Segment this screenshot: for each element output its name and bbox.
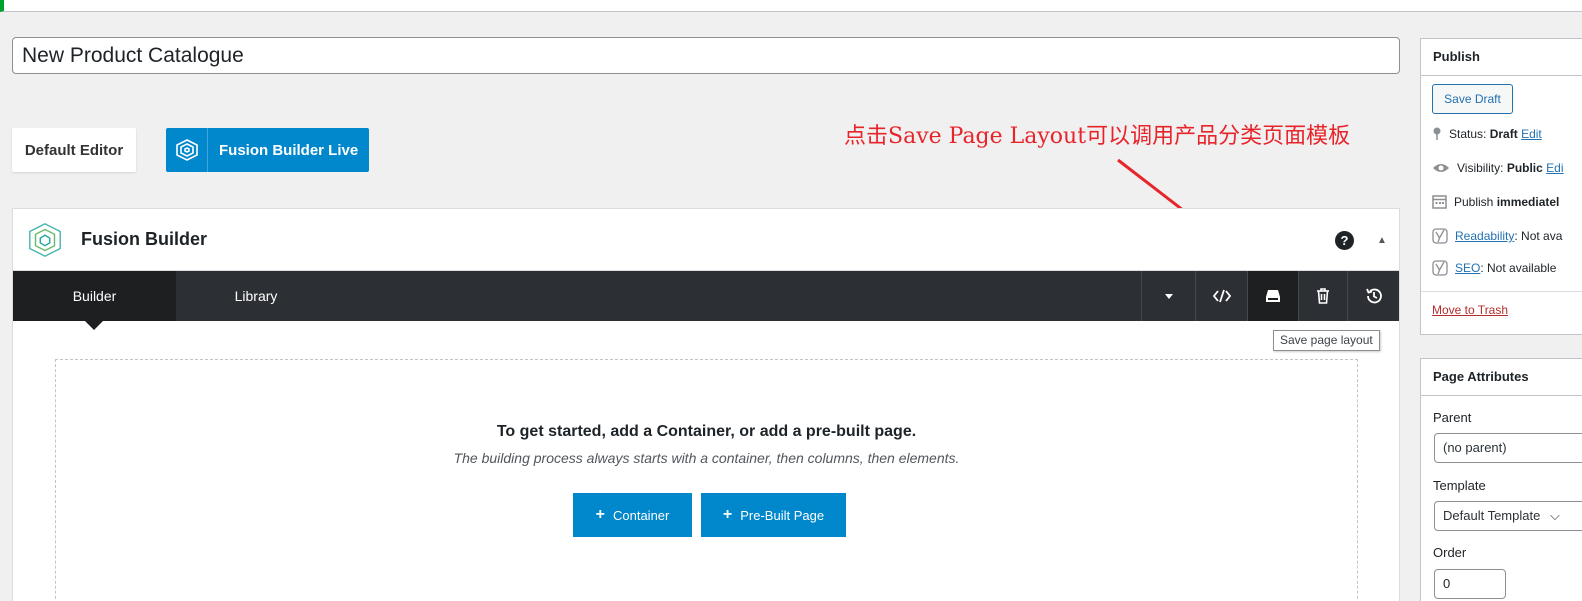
- publish-value: immediatel: [1496, 194, 1560, 209]
- eye-icon: [1433, 164, 1449, 172]
- fusion-logo-icon: [166, 128, 208, 172]
- visibility-value: Public: [1506, 161, 1543, 175]
- readability-link[interactable]: Readability: [1455, 229, 1514, 243]
- publish-box: Publish Save Draft Status: Draft Edit Vi…: [1420, 38, 1582, 335]
- pin-icon: [1433, 127, 1441, 140]
- plus-icon: +: [722, 506, 733, 523]
- status-label: Status:: [1449, 127, 1487, 141]
- save-layout-tooltip: Save page layout: [1273, 330, 1380, 351]
- template-label: Template: [1433, 478, 1486, 493]
- seo-value: : Not available: [1480, 261, 1557, 275]
- annotation-text: 点击Save Page Layout可以调用产品分类页面模板: [844, 124, 1351, 149]
- seo-row: SEO: Not available: [1432, 260, 1556, 276]
- help-icon[interactable]: ?: [1335, 231, 1354, 250]
- parent-select[interactable]: (no parent): [1434, 433, 1582, 463]
- default-editor-button[interactable]: Default Editor: [12, 128, 136, 172]
- visibility-label: Visibility:: [1457, 161, 1504, 175]
- page-attributes-title: Page Attributes: [1421, 359, 1582, 396]
- page-attributes-box: Page Attributes Parent (no parent) Templ…: [1420, 358, 1582, 601]
- fusion-builder-header: Fusion Builder ? ▲: [13, 209, 1399, 271]
- page-title-input[interactable]: New Product Catalogue: [12, 37, 1400, 74]
- readability-value: : Not ava: [1514, 229, 1563, 243]
- collapse-arrow-icon[interactable]: ▲: [1377, 235, 1387, 246]
- order-input[interactable]: 0: [1434, 569, 1506, 599]
- parent-label: Parent: [1433, 410, 1472, 425]
- empty-state-subheading: The building process always starts with …: [453, 450, 960, 466]
- seo-link[interactable]: SEO: [1455, 261, 1480, 275]
- publish-date-row: Publish immediatel: [1432, 194, 1559, 209]
- template-value: Default Template: [1443, 508, 1541, 523]
- empty-state-heading: To get started, add a Container, or add …: [496, 423, 917, 440]
- yoast-icon: [1432, 260, 1448, 276]
- calendar-icon: [1432, 195, 1447, 209]
- builder-drop-area: To get started, add a Container, or add …: [55, 359, 1358, 601]
- order-label: Order: [1433, 545, 1467, 560]
- admin-notice: [0, 0, 1582, 12]
- status-value: Draft: [1489, 127, 1518, 141]
- readability-row: Readability: Not ava: [1432, 228, 1562, 244]
- fusion-builder-toolbar: Builder Library: [13, 271, 1399, 330]
- visibility-edit-link[interactable]: Edi: [1546, 161, 1563, 175]
- chevron-down-icon: ⌵: [1549, 508, 1560, 523]
- add-container-button[interactable]: + Container: [573, 493, 692, 537]
- status-edit-link[interactable]: Edit: [1521, 127, 1542, 141]
- yoast-icon: [1432, 228, 1448, 244]
- add-prebuilt-label: Pre-Built Page: [740, 507, 825, 523]
- code-icon[interactable]: [1195, 271, 1247, 321]
- plus-icon: +: [595, 506, 605, 523]
- caret-down-icon[interactable]: [1141, 271, 1195, 321]
- fusion-builder-panel: Fusion Builder ? ▲ Builder Library To ge…: [12, 208, 1400, 601]
- fusion-builder-title: Fusion Builder: [81, 229, 207, 249]
- fusion-builder-live-label: Fusion Builder Live: [219, 141, 359, 159]
- visibility-row: Visibility: Public Edi: [1432, 161, 1564, 175]
- publish-label: Publish: [1454, 194, 1494, 209]
- add-container-label: Container: [612, 507, 670, 523]
- publish-title: Publish: [1421, 39, 1582, 76]
- fusion-builder-logo-icon: [29, 222, 61, 257]
- template-select[interactable]: Default Template ⌵: [1434, 501, 1582, 531]
- publish-actions-divider: [1421, 291, 1582, 292]
- fusion-builder-live-button[interactable]: Fusion Builder Live: [166, 128, 369, 172]
- trash-icon[interactable]: [1298, 271, 1347, 321]
- tab-library[interactable]: Library: [176, 271, 336, 321]
- history-icon[interactable]: [1347, 271, 1399, 321]
- save-layout-icon[interactable]: [1247, 271, 1298, 321]
- save-draft-button[interactable]: Save Draft: [1432, 84, 1513, 114]
- add-prebuilt-page-button[interactable]: + Pre-Built Page: [701, 493, 846, 537]
- move-to-trash-link[interactable]: Move to Trash: [1432, 303, 1508, 317]
- tab-builder[interactable]: Builder: [13, 271, 176, 330]
- status-row: Status: Draft Edit: [1432, 127, 1542, 141]
